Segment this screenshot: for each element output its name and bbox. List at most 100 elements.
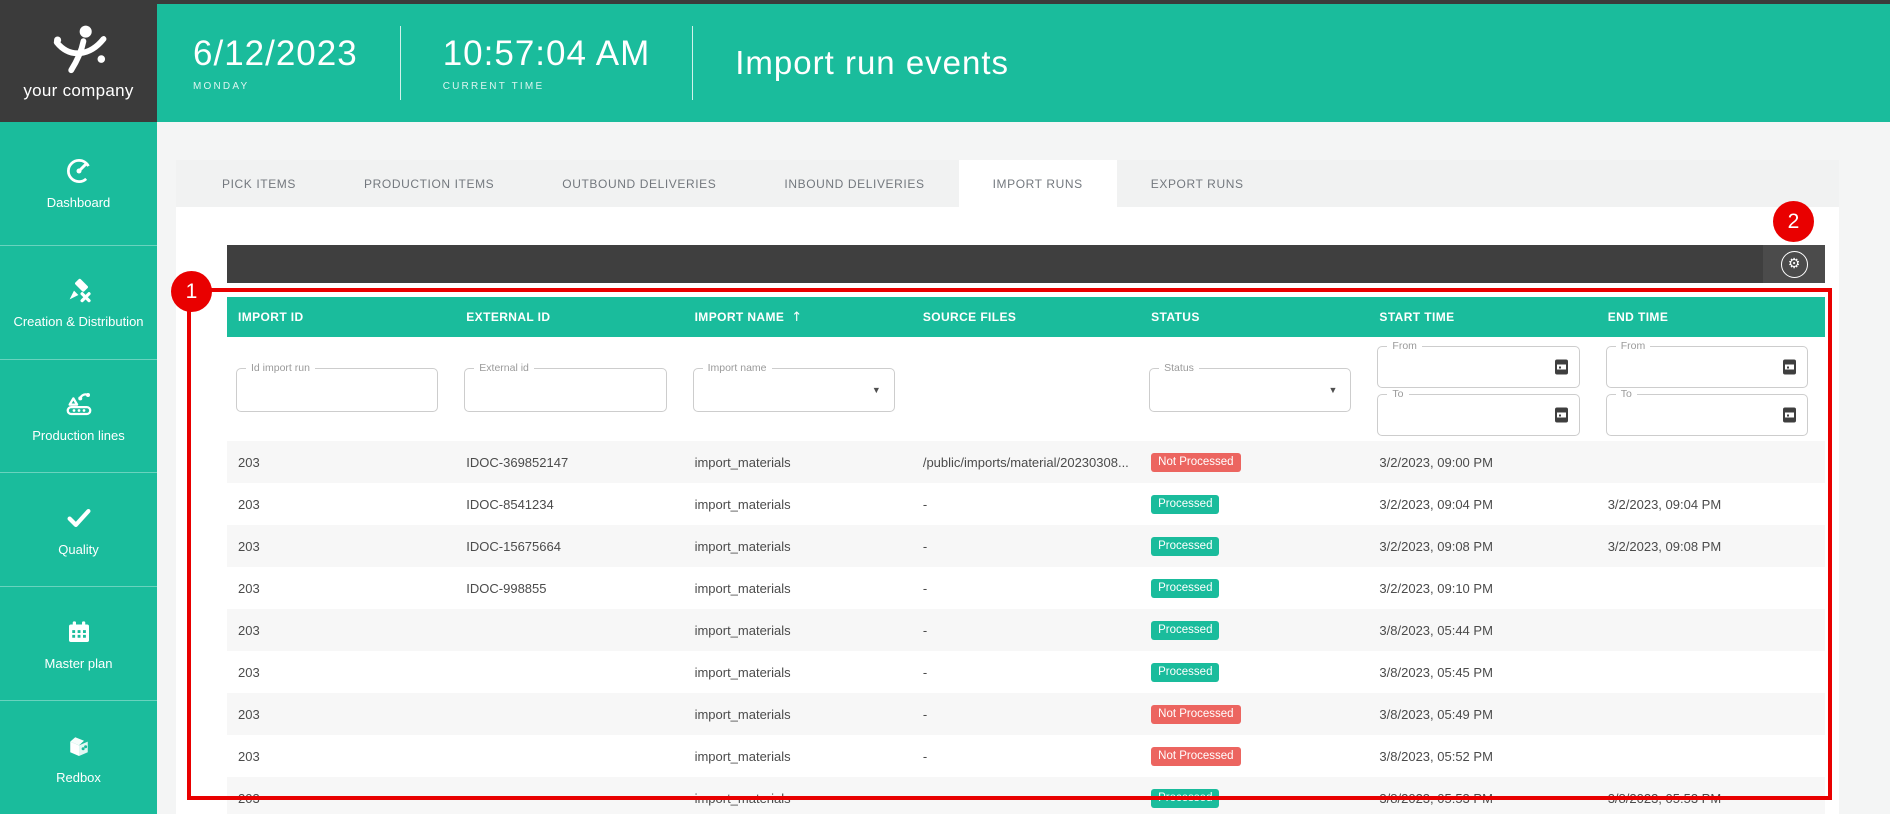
sidebar-item-master-plan[interactable]: Master plan <box>0 586 157 700</box>
cell-import-name: import_materials <box>684 707 912 722</box>
tab-export-runs[interactable]: EXPORT RUNS <box>1117 160 1278 207</box>
sidebar-item-creation-distribution[interactable]: Creation & Distribution <box>0 245 157 359</box>
filter-field-label: To <box>1616 388 1637 400</box>
cell-source-files: - <box>912 749 1140 764</box>
table-row[interactable]: 203IDOC-8541234import_materials-Processe… <box>227 483 1825 525</box>
cell-import-name: import_materials <box>684 749 912 764</box>
cell-source-files: - <box>912 581 1140 596</box>
header-time-block: 10:57:04 AM CURRENT TIME <box>443 34 651 92</box>
figure-logo-icon <box>50 22 108 76</box>
cell-source-files: - <box>912 665 1140 680</box>
date-filter-start-time-to[interactable]: To <box>1377 394 1579 436</box>
cell-import-id: 203 <box>227 539 455 554</box>
table-row[interactable]: 203import_materials-Not Processed3/8/202… <box>227 735 1825 777</box>
table-row[interactable]: 203IDOC-369852147import_materials/public… <box>227 441 1825 483</box>
header-divider <box>400 26 401 100</box>
calendar-picker-icon[interactable] <box>1783 360 1796 375</box>
text-filter-external-id[interactable]: External id <box>464 368 666 412</box>
cell-import-id: 203 <box>227 665 455 680</box>
status-badge: Processed <box>1151 579 1219 598</box>
logo-block[interactable]: your company <box>0 0 157 122</box>
cell-import-id: 203 <box>227 791 455 806</box>
cell-start-time: 3/8/2023, 05:44 PM <box>1368 623 1596 638</box>
status-badge: Not Processed <box>1151 705 1240 724</box>
column-header-end-time[interactable]: END TIME <box>1597 310 1825 324</box>
cell-start-time: 3/2/2023, 09:04 PM <box>1368 497 1596 512</box>
column-header-external-id[interactable]: EXTERNAL ID <box>455 310 683 324</box>
filter-field-label: External id <box>474 362 534 374</box>
box-icon <box>63 731 95 761</box>
cell-import-name: import_materials <box>684 665 912 680</box>
tab-production-items[interactable]: PRODUCTION ITEMS <box>330 160 528 207</box>
filter-field-label: To <box>1387 388 1408 400</box>
brush-icon <box>63 275 95 305</box>
calendar-picker-icon[interactable] <box>1555 408 1568 423</box>
sidebar-item-label: Creation & Distribution <box>13 314 143 329</box>
date-filter-end-time-to[interactable]: To <box>1606 394 1808 436</box>
calendar-picker-icon[interactable] <box>1555 360 1568 375</box>
cell-status: Processed <box>1140 789 1368 808</box>
cell-start-time: 3/2/2023, 09:00 PM <box>1368 455 1596 470</box>
status-badge: Processed <box>1151 789 1219 808</box>
filter-field-label: Import name <box>703 362 772 374</box>
table-settings-button[interactable]: ⚙ <box>1763 245 1825 283</box>
status-badge: Processed <box>1151 495 1219 514</box>
tab-inbound-deliveries[interactable]: INBOUND DELIVERIES <box>750 160 958 207</box>
dashboard-gauge-icon <box>63 156 95 186</box>
annotation-marker-1: 1 <box>171 271 212 312</box>
date-filter-start-time-from[interactable]: From <box>1377 346 1579 388</box>
calendar-picker-icon[interactable] <box>1783 408 1796 423</box>
filter-field-label: Status <box>1159 362 1199 374</box>
conveyor-icon <box>63 389 95 419</box>
sidebar-item-production-lines[interactable]: Production lines <box>0 359 157 473</box>
table-row[interactable]: 203import_materials-Processed3/8/2023, 0… <box>227 651 1825 693</box>
sidebar-item-dashboard[interactable]: Dashboard <box>0 122 157 245</box>
column-header-start-time[interactable]: START TIME <box>1368 310 1596 324</box>
column-header-source-files[interactable]: SOURCE FILES <box>912 310 1140 324</box>
filter-field-label: From <box>1387 340 1422 352</box>
cell-source-files: - <box>912 497 1140 512</box>
top-accent-strip <box>0 0 1890 4</box>
table-filter-row: Id import runExternal idImport name▼Stat… <box>227 337 1825 441</box>
table-row[interactable]: 203IDOC-15675664import_materials-Process… <box>227 525 1825 567</box>
sidebar-item-label: Quality <box>58 542 98 557</box>
status-badge: Processed <box>1151 537 1219 556</box>
table-row[interactable]: 203import_materials-Processed3/8/2023, 0… <box>227 609 1825 651</box>
filter-cell-status: Status▼ <box>1140 337 1368 441</box>
page-title: Import run events <box>735 44 1009 82</box>
cell-status: Not Processed <box>1140 705 1368 724</box>
cell-start-time: 3/2/2023, 09:08 PM <box>1368 539 1596 554</box>
column-header-import-id[interactable]: IMPORT ID <box>227 310 455 324</box>
table-row[interactable]: 203 import_materials-Processed 3/8/2023, 0… <box>227 777 1825 814</box>
select-filter-status[interactable]: Status▼ <box>1149 368 1351 412</box>
tab-strip: PICK ITEMSPRODUCTION ITEMSOUTBOUND DELIV… <box>176 160 1839 207</box>
column-header-status[interactable]: STATUS <box>1140 310 1368 324</box>
tab-outbound-deliveries[interactable]: OUTBOUND DELIVERIES <box>528 160 750 207</box>
sidebar-item-label: Redbox <box>56 770 101 785</box>
filter-field-label: Id import run <box>246 362 315 374</box>
cell-external-id: IDOC-8541234 <box>455 497 683 512</box>
header-day: MONDAY <box>193 81 358 92</box>
calendar-icon <box>63 617 95 647</box>
status-badge: Processed <box>1151 621 1219 640</box>
tab-pick-items[interactable]: PICK ITEMS <box>188 160 330 207</box>
text-filter-import-id[interactable]: Id import run <box>236 368 438 412</box>
select-filter-import-name[interactable]: Import name▼ <box>693 368 895 412</box>
tab-import-runs[interactable]: IMPORT RUNS <box>959 160 1117 207</box>
header-date: 6/12/2023 <box>193 34 358 74</box>
filter-cell-import-id: Id import run <box>227 337 455 441</box>
cell-import-id: 203 <box>227 581 455 596</box>
cell-source-files: - <box>912 791 1140 806</box>
cell-status: Processed <box>1140 579 1368 598</box>
sidebar-item-redbox[interactable]: Redbox <box>0 700 157 814</box>
cell-start-time: 3/8/2023, 05:53 PM <box>1368 791 1596 806</box>
cell-import-name: import_materials <box>684 791 912 806</box>
column-header-label: IMPORT NAME <box>695 310 785 324</box>
table-row[interactable]: 203import_materials-Not Processed3/8/202… <box>227 693 1825 735</box>
sidebar-item-quality[interactable]: Quality <box>0 472 157 586</box>
chevron-down-icon: ▼ <box>872 385 881 395</box>
gear-icon: ⚙ <box>1781 251 1808 278</box>
column-header-import-name[interactable]: IMPORT NAME↑ <box>684 310 912 325</box>
date-filter-end-time-from[interactable]: From <box>1606 346 1808 388</box>
table-row[interactable]: 203IDOC-998855import_materials-Processed… <box>227 567 1825 609</box>
